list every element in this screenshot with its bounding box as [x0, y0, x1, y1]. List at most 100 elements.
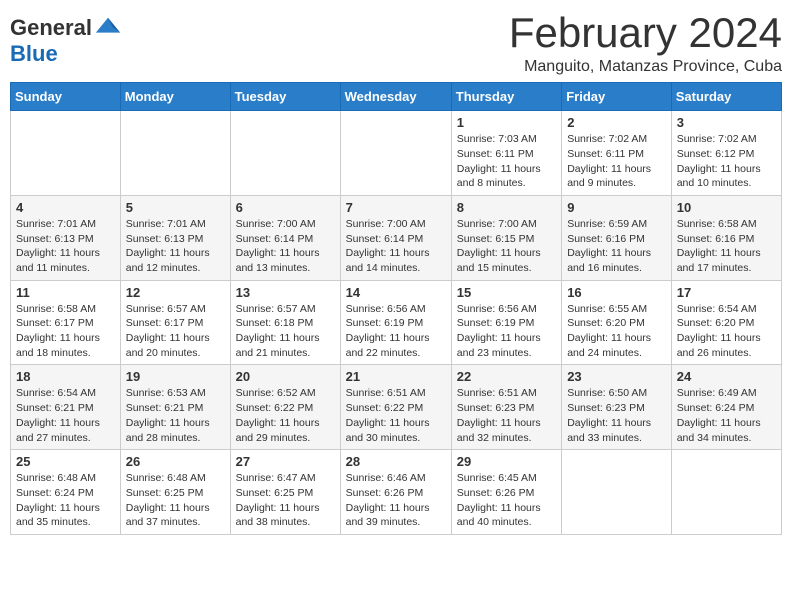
page-header: General Blue February 2024 Manguito, Mat… [10, 10, 782, 76]
day-number: 14 [346, 285, 446, 300]
day-info: Sunrise: 7:02 AM Sunset: 6:12 PM Dayligh… [677, 132, 776, 191]
day-number: 18 [16, 369, 115, 384]
calendar-cell: 6 Sunrise: 7:00 AM Sunset: 6:14 PM Daylig… [230, 195, 340, 280]
day-info: Sunrise: 6:54 AM Sunset: 6:21 PM Dayligh… [16, 386, 115, 445]
day-info: Sunrise: 6:48 AM Sunset: 6:24 PM Dayligh… [16, 471, 115, 530]
day-info: Sunrise: 6:46 AM Sunset: 6:26 PM Dayligh… [346, 471, 446, 530]
day-header-row: SundayMondayTuesdayWednesdayThursdayFrid… [11, 83, 782, 111]
day-info: Sunrise: 6:54 AM Sunset: 6:20 PM Dayligh… [677, 302, 776, 361]
day-info: Sunrise: 7:00 AM Sunset: 6:15 PM Dayligh… [457, 217, 556, 276]
calendar-cell: 21Sunrise: 6:51 AM Sunset: 6:22 PM Dayli… [340, 365, 451, 450]
day-number: 11 [16, 285, 115, 300]
calendar-cell: 12 Sunrise: 6:57 AM Sunset: 6:17 PM Dayli… [120, 280, 230, 365]
calendar-cell: 13 Sunrise: 6:57 AM Sunset: 6:18 PM Dayli… [230, 280, 340, 365]
calendar-cell: 2Sunrise: 7:02 AM Sunset: 6:11 PM Daylig… [562, 111, 672, 196]
day-number: 15 [457, 285, 556, 300]
day-number: 19 [126, 369, 225, 384]
calendar-cell [11, 111, 121, 196]
day-info: Sunrise: 6:55 AM Sunset: 6:20 PM Dayligh… [567, 302, 666, 361]
logo-icon [94, 14, 122, 42]
day-info: Sunrise: 6:53 AM Sunset: 6:21 PM Dayligh… [126, 386, 225, 445]
calendar-cell: 3 Sunrise: 7:02 AM Sunset: 6:12 PM Daylig… [671, 111, 781, 196]
calendar-cell: 14 Sunrise: 6:56 AM Sunset: 6:19 PM Dayli… [340, 280, 451, 365]
calendar-title: February 2024 [509, 10, 782, 56]
day-info: Sunrise: 7:01 AM Sunset: 6:13 PM Dayligh… [16, 217, 115, 276]
day-info: Sunrise: 6:59 AM Sunset: 6:16 PM Dayligh… [567, 217, 666, 276]
day-info: Sunrise: 6:58 AM Sunset: 6:16 PM Dayligh… [677, 217, 776, 276]
day-number: 7 [346, 200, 446, 215]
day-number: 16 [567, 285, 666, 300]
day-number: 20 [236, 369, 335, 384]
day-number: 17 [677, 285, 776, 300]
calendar-cell: 7 Sunrise: 7:00 AM Sunset: 6:14 PM Daylig… [340, 195, 451, 280]
calendar-cell: 24Sunrise: 6:49 AM Sunset: 6:24 PM Dayli… [671, 365, 781, 450]
calendar-cell: 11 Sunrise: 6:58 AM Sunset: 6:17 PM Dayli… [11, 280, 121, 365]
week-row-2: 11 Sunrise: 6:58 AM Sunset: 6:17 PM Dayli… [11, 280, 782, 365]
calendar-cell: 27 Sunrise: 6:47 AM Sunset: 6:25 PM Dayli… [230, 450, 340, 535]
day-number: 6 [236, 200, 335, 215]
day-number: 25 [16, 454, 115, 469]
calendar-cell: 28 Sunrise: 6:46 AM Sunset: 6:26 PM Dayli… [340, 450, 451, 535]
calendar-cell [671, 450, 781, 535]
day-header-monday: Monday [120, 83, 230, 111]
day-info: Sunrise: 6:57 AM Sunset: 6:17 PM Dayligh… [126, 302, 225, 361]
calendar-cell: 18 Sunrise: 6:54 AM Sunset: 6:21 PM Dayli… [11, 365, 121, 450]
day-number: 22 [457, 369, 556, 384]
day-number: 27 [236, 454, 335, 469]
calendar-cell [562, 450, 672, 535]
calendar-cell: 9 Sunrise: 6:59 AM Sunset: 6:16 PM Daylig… [562, 195, 672, 280]
day-header-friday: Friday [562, 83, 672, 111]
day-number: 29 [457, 454, 556, 469]
title-area: February 2024 Manguito, Matanzas Provinc… [509, 10, 782, 76]
day-header-sunday: Sunday [11, 83, 121, 111]
day-number: 12 [126, 285, 225, 300]
logo-general: General [10, 16, 92, 40]
calendar-subtitle: Manguito, Matanzas Province, Cuba [509, 58, 782, 76]
day-info: Sunrise: 6:45 AM Sunset: 6:26 PM Dayligh… [457, 471, 556, 530]
calendar-cell: 1 Sunrise: 7:03 AM Sunset: 6:11 PM Daylig… [451, 111, 561, 196]
calendar-cell: 4 Sunrise: 7:01 AM Sunset: 6:13 PM Daylig… [11, 195, 121, 280]
day-number: 28 [346, 454, 446, 469]
day-info: Sunrise: 6:47 AM Sunset: 6:25 PM Dayligh… [236, 471, 335, 530]
day-number: 4 [16, 200, 115, 215]
day-info: Sunrise: 7:03 AM Sunset: 6:11 PM Dayligh… [457, 132, 556, 191]
day-info: Sunrise: 7:01 AM Sunset: 6:13 PM Dayligh… [126, 217, 225, 276]
calendar-cell: 25 Sunrise: 6:48 AM Sunset: 6:24 PM Dayli… [11, 450, 121, 535]
calendar-cell [120, 111, 230, 196]
week-row-4: 25 Sunrise: 6:48 AM Sunset: 6:24 PM Dayli… [11, 450, 782, 535]
day-info: Sunrise: 6:49 AM Sunset: 6:24 PM Dayligh… [677, 386, 776, 445]
day-info: Sunrise: 6:51 AM Sunset: 6:23 PM Dayligh… [457, 386, 556, 445]
week-row-3: 18 Sunrise: 6:54 AM Sunset: 6:21 PM Dayli… [11, 365, 782, 450]
day-info: Sunrise: 6:52 AM Sunset: 6:22 PM Dayligh… [236, 386, 335, 445]
day-number: 3 [677, 115, 776, 130]
day-info: Sunrise: 7:00 AM Sunset: 6:14 PM Dayligh… [236, 217, 335, 276]
calendar-cell [340, 111, 451, 196]
day-number: 8 [457, 200, 556, 215]
day-header-tuesday: Tuesday [230, 83, 340, 111]
day-info: Sunrise: 6:57 AM Sunset: 6:18 PM Dayligh… [236, 302, 335, 361]
calendar-cell: 29 Sunrise: 6:45 AM Sunset: 6:26 PM Dayli… [451, 450, 561, 535]
calendar-cell: 10Sunrise: 6:58 AM Sunset: 6:16 PM Dayli… [671, 195, 781, 280]
calendar-cell: 16 Sunrise: 6:55 AM Sunset: 6:20 PM Dayli… [562, 280, 672, 365]
day-number: 2 [567, 115, 666, 130]
day-info: Sunrise: 6:51 AM Sunset: 6:22 PM Dayligh… [346, 386, 446, 445]
day-number: 9 [567, 200, 666, 215]
day-number: 1 [457, 115, 556, 130]
week-row-1: 4 Sunrise: 7:01 AM Sunset: 6:13 PM Daylig… [11, 195, 782, 280]
day-info: Sunrise: 6:56 AM Sunset: 6:19 PM Dayligh… [346, 302, 446, 361]
day-info: Sunrise: 6:50 AM Sunset: 6:23 PM Dayligh… [567, 386, 666, 445]
day-number: 23 [567, 369, 666, 384]
calendar-cell [230, 111, 340, 196]
calendar-cell: 5 Sunrise: 7:01 AM Sunset: 6:13 PM Daylig… [120, 195, 230, 280]
day-header-wednesday: Wednesday [340, 83, 451, 111]
day-header-saturday: Saturday [671, 83, 781, 111]
day-info: Sunrise: 6:48 AM Sunset: 6:25 PM Dayligh… [126, 471, 225, 530]
calendar-cell: 19 Sunrise: 6:53 AM Sunset: 6:21 PM Dayli… [120, 365, 230, 450]
day-number: 5 [126, 200, 225, 215]
logo-blue: Blue [10, 42, 122, 66]
day-number: 26 [126, 454, 225, 469]
day-info: Sunrise: 7:00 AM Sunset: 6:14 PM Dayligh… [346, 217, 446, 276]
calendar-table: SundayMondayTuesdayWednesdayThursdayFrid… [10, 82, 782, 535]
day-number: 13 [236, 285, 335, 300]
day-info: Sunrise: 6:58 AM Sunset: 6:17 PM Dayligh… [16, 302, 115, 361]
